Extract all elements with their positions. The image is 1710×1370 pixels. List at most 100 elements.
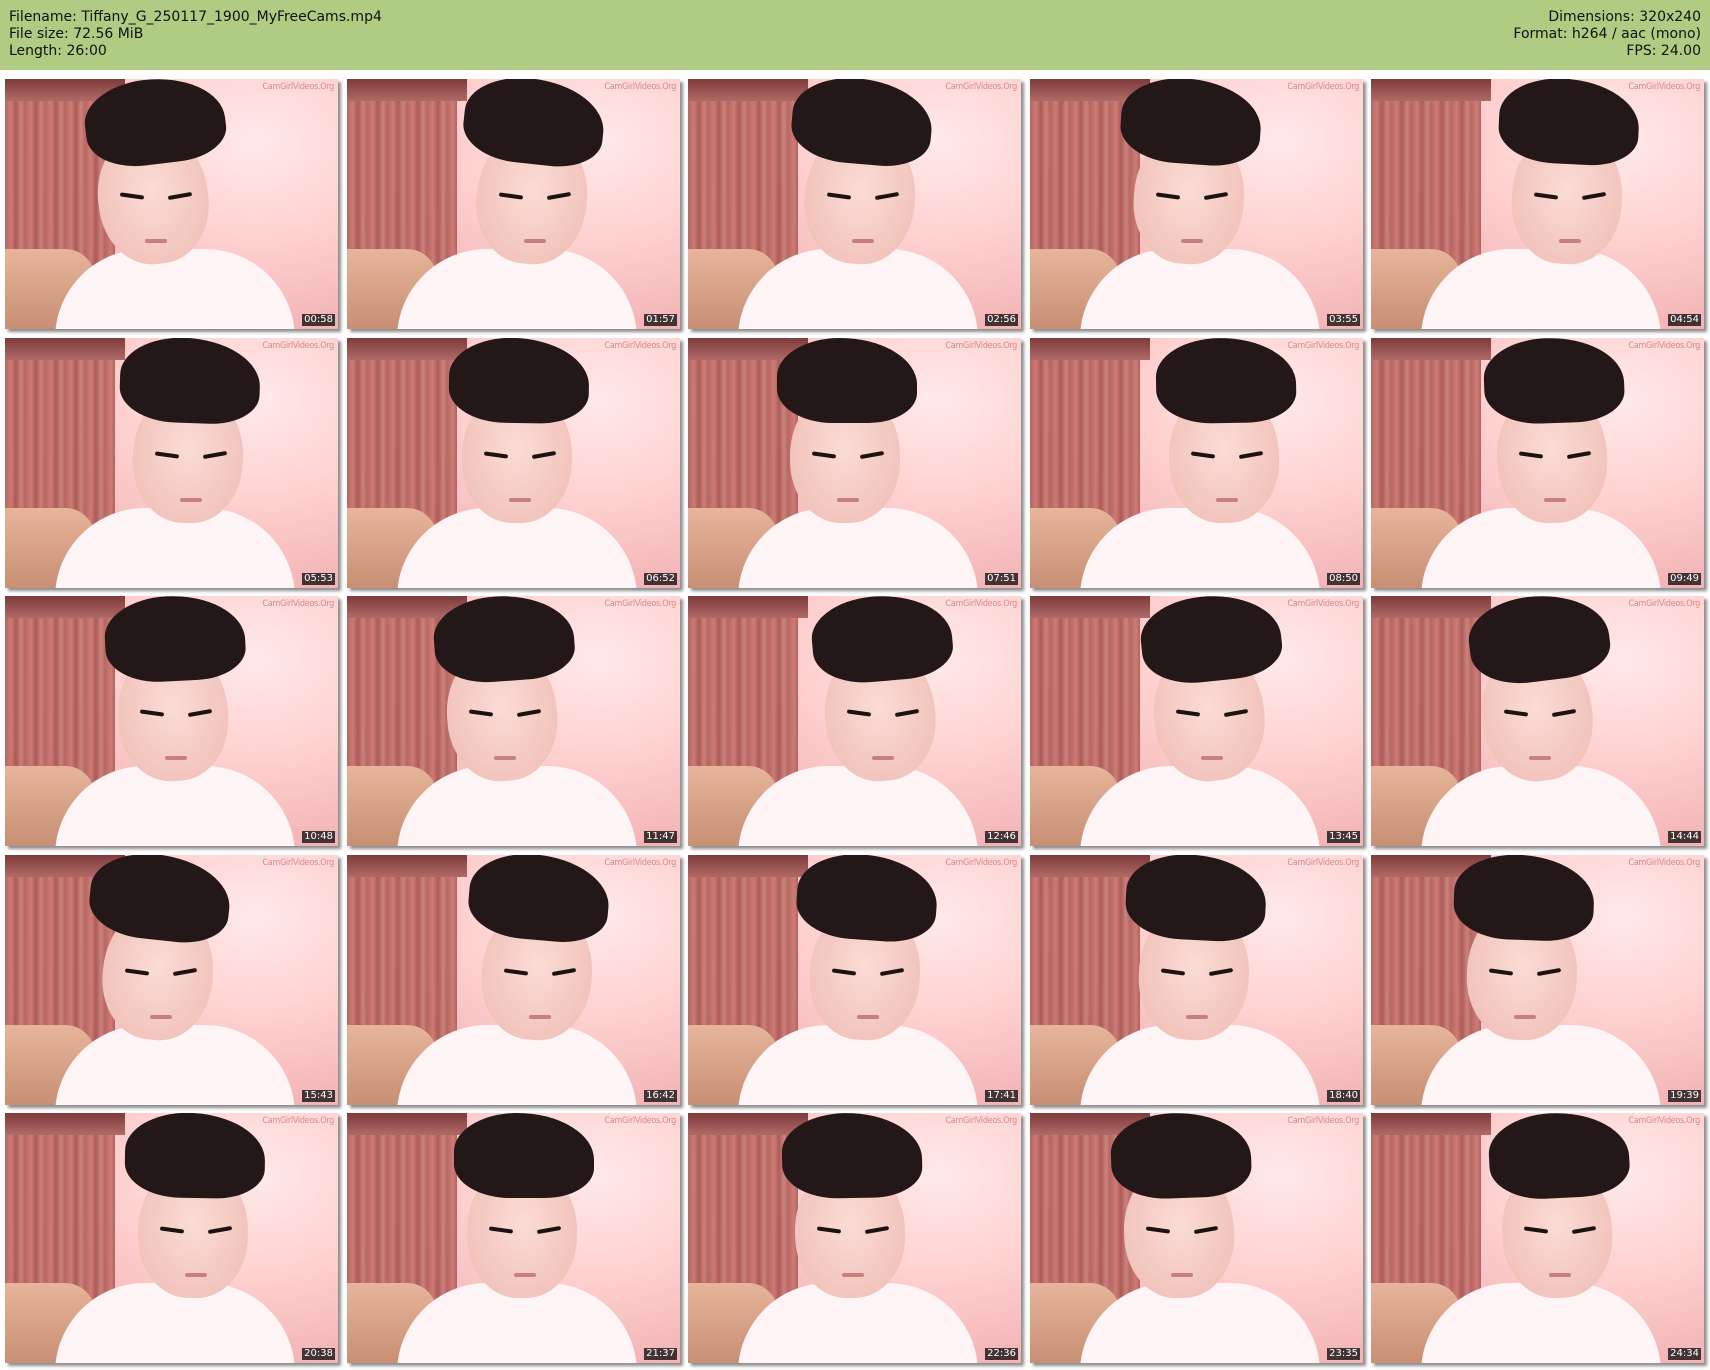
watermark-text: CamGirlVideos.Org [604, 1116, 676, 1126]
mouth [1559, 239, 1581, 243]
video-frame-image [5, 79, 338, 329]
curtain-valance [5, 1113, 125, 1135]
mouth [524, 239, 546, 243]
timestamp-label: 19:39 [1668, 1090, 1701, 1102]
dimensions-label: Dimensions: [1548, 9, 1635, 25]
timestamp-label: 13:45 [1327, 831, 1360, 843]
watermark-text: CamGirlVideos.Org [1287, 341, 1359, 351]
filename-value: Tiffany_G_250117_1900_MyFreeCams.mp4 [81, 9, 382, 25]
video-frame-image [5, 855, 338, 1105]
curtain-valance [1371, 79, 1491, 101]
watermark-text: CamGirlVideos.Org [604, 82, 676, 92]
video-thumbnail[interactable]: CamGirlVideos.Org 05:53 [5, 338, 338, 588]
video-frame-image [5, 338, 338, 588]
mouth [1529, 756, 1551, 760]
mouth [1514, 1015, 1536, 1019]
video-thumbnail[interactable]: CamGirlVideos.Org 14:44 [1371, 596, 1704, 846]
watermark-text: CamGirlVideos.Org [1628, 858, 1700, 868]
curtain-valance [688, 596, 808, 618]
video-frame-image [347, 338, 680, 588]
timestamp-label: 08:50 [1327, 573, 1360, 585]
video-thumbnail[interactable]: CamGirlVideos.Org 09:49 [1371, 338, 1704, 588]
format-label: Format: [1513, 26, 1568, 42]
video-thumbnail[interactable]: CamGirlVideos.Org 11:47 [347, 596, 680, 846]
fps-label: FPS: [1626, 43, 1657, 59]
mouth [1544, 498, 1566, 502]
format-line: Format: h264 / aac (mono) [1513, 26, 1701, 43]
dimensions-line: Dimensions: 320x240 [1513, 9, 1701, 26]
mouth [185, 1273, 207, 1277]
timestamp-label: 14:44 [1668, 831, 1701, 843]
video-thumbnail[interactable]: CamGirlVideos.Org 16:42 [347, 855, 680, 1105]
mouth [514, 1273, 536, 1277]
timestamp-label: 06:52 [644, 573, 677, 585]
watermark-text: CamGirlVideos.Org [604, 858, 676, 868]
video-thumbnail[interactable]: CamGirlVideos.Org 23:35 [1030, 1113, 1363, 1363]
info-header: Filename: Tiffany_G_250117_1900_MyFreeCa… [0, 0, 1710, 70]
mouth [842, 1273, 864, 1277]
fps-value: 24.00 [1660, 43, 1701, 59]
curtain-valance [347, 1113, 467, 1135]
video-thumbnail[interactable]: CamGirlVideos.Org 02:56 [688, 79, 1021, 329]
length-value: 26:00 [66, 43, 107, 59]
file-info-left: Filename: Tiffany_G_250117_1900_MyFreeCa… [9, 9, 382, 60]
curtain-valance [1371, 338, 1491, 360]
video-thumbnail[interactable]: CamGirlVideos.Org 15:43 [5, 855, 338, 1105]
timestamp-label: 09:49 [1668, 573, 1701, 585]
video-frame-image [1030, 338, 1363, 588]
timestamp-label: 23:35 [1327, 1348, 1360, 1360]
length-line: Length: 26:00 [9, 43, 382, 60]
video-thumbnail[interactable]: CamGirlVideos.Org 08:50 [1030, 338, 1363, 588]
timestamp-label: 04:54 [1668, 314, 1701, 326]
watermark-text: CamGirlVideos.Org [1628, 82, 1700, 92]
video-thumbnail[interactable]: CamGirlVideos.Org 24:34 [1371, 1113, 1704, 1363]
video-frame-image [347, 855, 680, 1105]
mouth [1549, 1273, 1571, 1277]
watermark-text: CamGirlVideos.Org [262, 341, 334, 351]
video-frame-image [1371, 1113, 1704, 1363]
video-thumbnail[interactable]: CamGirlVideos.Org 10:48 [5, 596, 338, 846]
mouth [857, 1015, 879, 1019]
filename-label: Filename: [9, 9, 77, 25]
timestamp-label: 00:58 [302, 314, 335, 326]
timestamp-label: 15:43 [302, 1090, 335, 1102]
video-frame-image [5, 1113, 338, 1363]
timestamp-label: 01:57 [644, 314, 677, 326]
video-thumbnail[interactable]: CamGirlVideos.Org 04:54 [1371, 79, 1704, 329]
hair-shape [102, 596, 248, 685]
thumbnail-grid: CamGirlVideos.Org 00:58 CamGirlVideos.Org 0… [0, 76, 1710, 1366]
video-thumbnail[interactable]: CamGirlVideos.Org 12:46 [688, 596, 1021, 846]
video-thumbnail[interactable]: CamGirlVideos.Org 06:52 [347, 338, 680, 588]
watermark-text: CamGirlVideos.Org [604, 341, 676, 351]
mouth [509, 498, 531, 502]
watermark-text: CamGirlVideos.Org [945, 82, 1017, 92]
mouth [145, 239, 167, 243]
video-thumbnail[interactable]: CamGirlVideos.Org 19:39 [1371, 855, 1704, 1105]
mouth [165, 756, 187, 760]
video-thumbnail[interactable]: CamGirlVideos.Org 21:37 [347, 1113, 680, 1363]
watermark-text: CamGirlVideos.Org [1628, 341, 1700, 351]
timestamp-label: 05:53 [302, 573, 335, 585]
filesize-value: 72.56 MiB [73, 26, 144, 42]
watermark-text: CamGirlVideos.Org [262, 82, 334, 92]
curtain-valance [1030, 596, 1150, 618]
video-thumbnail[interactable]: CamGirlVideos.Org 17:41 [688, 855, 1021, 1105]
watermark-text: CamGirlVideos.Org [604, 599, 676, 609]
video-thumbnail[interactable]: CamGirlVideos.Org 13:45 [1030, 596, 1363, 846]
video-thumbnail[interactable]: CamGirlVideos.Org 00:58 [5, 79, 338, 329]
video-thumbnail[interactable]: CamGirlVideos.Org 07:51 [688, 338, 1021, 588]
hair-shape [1486, 1113, 1632, 1202]
video-thumbnail[interactable]: CamGirlVideos.Org 18:40 [1030, 855, 1363, 1105]
curtain-valance [347, 338, 467, 360]
video-thumbnail[interactable]: CamGirlVideos.Org 20:38 [5, 1113, 338, 1363]
curtain-valance [688, 79, 808, 101]
video-thumbnail[interactable]: CamGirlVideos.Org 01:57 [347, 79, 680, 329]
curtain-valance [347, 79, 467, 101]
filesize-label: File size: [9, 26, 69, 42]
timestamp-label: 24:34 [1668, 1348, 1701, 1360]
video-thumbnail[interactable]: CamGirlVideos.Org 03:55 [1030, 79, 1363, 329]
video-frame-image [688, 855, 1021, 1105]
mouth [872, 756, 894, 760]
video-frame-image [5, 596, 338, 846]
video-thumbnail[interactable]: CamGirlVideos.Org 22:36 [688, 1113, 1021, 1363]
